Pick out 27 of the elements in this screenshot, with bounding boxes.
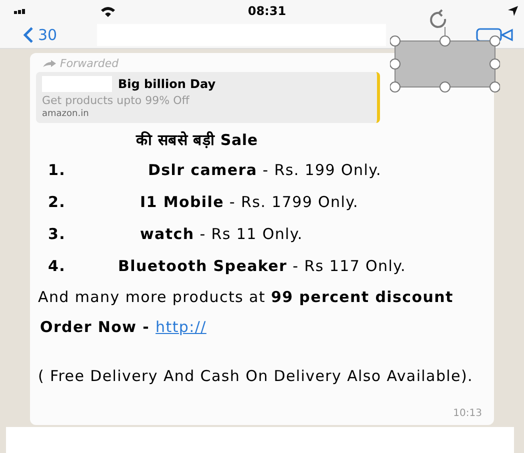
product-line: Dslr camera - Rs. 199 Only. [148, 161, 382, 179]
preview-domain: amazon.in [42, 109, 90, 119]
order-label: Order Now - [40, 318, 150, 336]
back-button[interactable]: 30 [22, 26, 58, 44]
forwarded-label: Forwarded [60, 57, 119, 70]
list-number: 1. [48, 161, 67, 179]
preview-description: Get products upto 99% Off [42, 94, 190, 107]
back-chevron-icon [22, 26, 34, 44]
message-text: And many more products at 99 percent discount [38, 289, 454, 306]
product-line: I1 Mobile - Rs. 1799 Only. [140, 193, 359, 211]
video-call-icon[interactable] [476, 27, 514, 43]
order-link[interactable]: http:// [156, 318, 206, 336]
location-icon [508, 6, 518, 16]
link-preview[interactable]: Big billion Day Get products upto 99% Off amazon.in [36, 72, 380, 123]
message-time: 10:13 [453, 408, 482, 419]
product-line: watch - Rs 11 Only. [140, 225, 303, 243]
wifi-icon [100, 6, 116, 16]
list-number: 2. [48, 193, 67, 211]
delivery-note: ( Free Delivery And Cash On Delivery Also Available). [38, 368, 474, 385]
list-number: 4. [48, 257, 67, 275]
forward-arrow-icon [42, 60, 56, 68]
status-time: 08:31 [248, 4, 286, 18]
headline: की सबसे बड़ी Sale [136, 130, 258, 149]
list-number: 3. [48, 225, 67, 243]
preview-title: Big billion Day [118, 77, 216, 91]
product-line: Bluetooth Speaker - Rs 117 Only. [118, 257, 406, 275]
signal-icon [14, 8, 28, 14]
